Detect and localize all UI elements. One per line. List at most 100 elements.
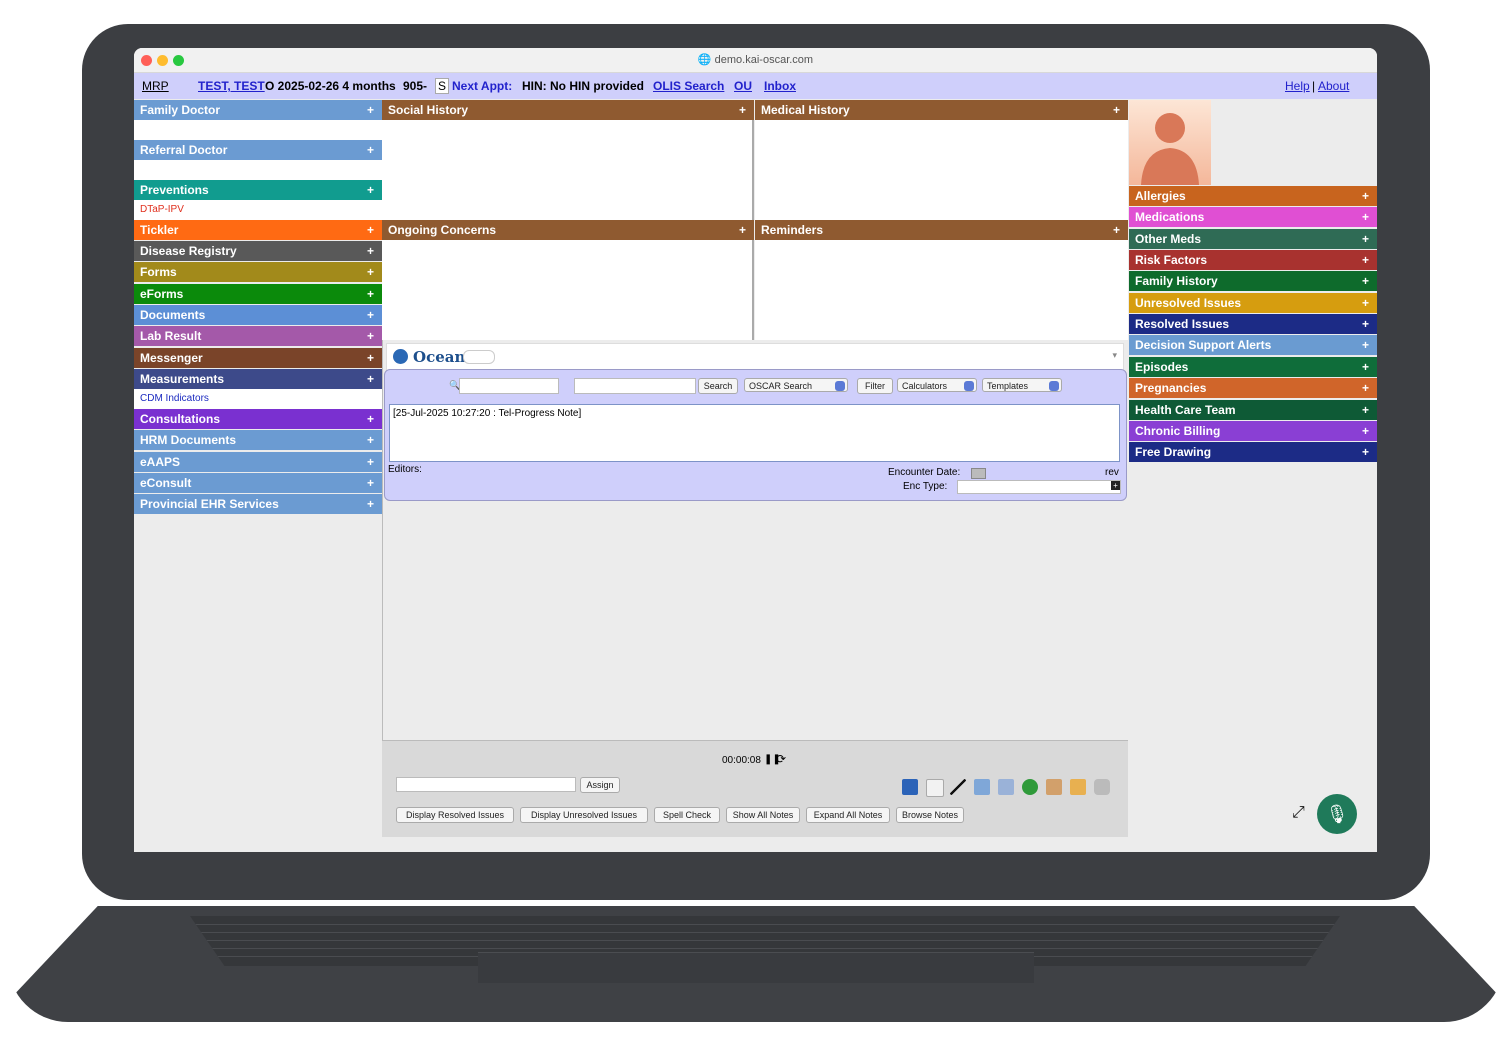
mrp-label[interactable]: MRP bbox=[142, 79, 169, 93]
pen-icon[interactable] bbox=[950, 779, 966, 795]
sidebar-item-referral-doctor[interactable]: Referral Doctor + bbox=[134, 140, 382, 160]
sign-bill-icon[interactable] bbox=[998, 779, 1014, 795]
sidebar-item-consultations[interactable]: Consultations + bbox=[134, 409, 382, 429]
ongoing-concerns-box[interactable] bbox=[382, 240, 754, 340]
medical-history-box[interactable] bbox=[755, 120, 1128, 220]
reminders-box[interactable] bbox=[755, 240, 1128, 340]
add-icon[interactable]: + bbox=[367, 473, 374, 493]
sidebar-item-tickler[interactable]: Tickler + bbox=[134, 220, 382, 240]
sidebar-item-family-doctor[interactable]: Family Doctor + bbox=[134, 100, 382, 120]
sidebar-item-medications[interactable]: Medications + bbox=[1129, 207, 1377, 228]
add-icon[interactable]: + bbox=[367, 180, 374, 200]
sidebar-item-episodes[interactable]: Episodes + bbox=[1129, 356, 1377, 377]
bottom-button-expand-all-notes[interactable]: Expand All Notes bbox=[806, 807, 890, 823]
add-icon[interactable]: + bbox=[1362, 442, 1369, 462]
ocean-toggle[interactable] bbox=[463, 350, 495, 364]
sidebar-item-health-care-team[interactable]: Health Care Team + bbox=[1129, 399, 1377, 420]
patient-name-link[interactable]: TEST, TEST bbox=[198, 79, 265, 93]
add-icon[interactable]: + bbox=[367, 494, 374, 514]
add-icon[interactable]: + bbox=[1362, 229, 1369, 249]
add-icon[interactable]: + bbox=[1362, 207, 1369, 227]
sidebar-item-family-history[interactable]: Family History + bbox=[1129, 271, 1377, 292]
sidebar-item-eaaps[interactable]: eAAPS + bbox=[134, 452, 382, 472]
microphone-button[interactable]: 🎙 bbox=[1317, 794, 1357, 834]
calculators-select[interactable]: Calculators bbox=[897, 378, 977, 392]
medical-history-header[interactable]: Medical History + bbox=[755, 100, 1128, 120]
sidebar-item-disease-registry[interactable]: Disease Registry + bbox=[134, 241, 382, 261]
social-history-box[interactable] bbox=[382, 120, 754, 220]
bottom-button-spell-check[interactable]: Spell Check bbox=[654, 807, 720, 823]
templates-select[interactable]: Templates bbox=[982, 378, 1062, 392]
sidebar-item-chronic-billing[interactable]: Chronic Billing + bbox=[1129, 420, 1377, 441]
oscar-search-select[interactable]: OSCAR Search bbox=[744, 378, 848, 392]
ocean-dropdown-icon[interactable]: ▾ bbox=[1112, 350, 1117, 361]
bottom-button-display-resolved-issues[interactable]: Display Resolved Issues bbox=[396, 807, 514, 823]
add-icon[interactable]: + bbox=[367, 430, 374, 450]
add-icon[interactable]: + bbox=[367, 452, 374, 472]
add-icon[interactable]: + bbox=[367, 348, 374, 368]
olis-search-link[interactable]: OLIS Search bbox=[653, 79, 724, 93]
ou-link[interactable]: OU bbox=[734, 79, 752, 93]
quick-search-input[interactable] bbox=[459, 378, 559, 394]
reminders-add-icon[interactable]: + bbox=[1113, 220, 1120, 240]
sidebar-item-measurements[interactable]: Measurements + bbox=[134, 369, 382, 389]
add-icon[interactable]: + bbox=[367, 369, 374, 389]
add-icon[interactable]: + bbox=[367, 326, 374, 346]
expand-icon[interactable]: + bbox=[1111, 481, 1120, 490]
filter-button[interactable]: Filter bbox=[857, 378, 893, 394]
save-icon[interactable] bbox=[902, 779, 918, 795]
sidebar-item-unresolved-issues[interactable]: Unresolved Issues + bbox=[1129, 292, 1377, 313]
enc-type-select[interactable] bbox=[957, 480, 1121, 494]
inbox-link[interactable]: Inbox bbox=[764, 79, 796, 93]
sidebar-item-pregnancies[interactable]: Pregnancies + bbox=[1129, 378, 1377, 399]
rev-label[interactable]: rev bbox=[1105, 467, 1119, 478]
add-icon[interactable]: + bbox=[1362, 378, 1369, 398]
add-icon[interactable]: + bbox=[1362, 335, 1369, 355]
address-bar[interactable]: 🌐 demo.kai-oscar.com bbox=[134, 53, 1377, 66]
add-icon[interactable]: + bbox=[1362, 400, 1369, 420]
print-preview-icon[interactable] bbox=[1070, 779, 1086, 795]
add-icon[interactable]: + bbox=[367, 284, 374, 304]
add-icon[interactable]: + bbox=[1362, 293, 1369, 313]
add-icon[interactable]: + bbox=[1362, 186, 1369, 206]
search-button[interactable]: Search bbox=[698, 378, 738, 394]
sidebar-item-resolved-issues[interactable]: Resolved Issues + bbox=[1129, 314, 1377, 335]
add-icon[interactable]: + bbox=[367, 305, 374, 325]
social-history-add-icon[interactable]: + bbox=[739, 100, 746, 120]
bottom-button-browse-notes[interactable]: Browse Notes bbox=[896, 807, 964, 823]
sidebar-item-risk-factors[interactable]: Risk Factors + bbox=[1129, 250, 1377, 271]
sidebar-subitem-link[interactable]: CDM Indicators bbox=[140, 393, 209, 404]
ongoing-concerns-header[interactable]: Ongoing Concerns + bbox=[382, 220, 754, 240]
about-link[interactable]: About bbox=[1318, 79, 1349, 93]
medical-history-add-icon[interactable]: + bbox=[1113, 100, 1120, 120]
add-icon[interactable]: + bbox=[367, 100, 374, 120]
progress-note-textarea[interactable]: [25-Jul-2025 10:27:20 : Tel-Progress Not… bbox=[389, 404, 1120, 462]
add-icon[interactable]: + bbox=[1362, 250, 1369, 270]
add-icon[interactable]: + bbox=[1362, 271, 1369, 291]
sidebar-item-allergies[interactable]: Allergies + bbox=[1129, 186, 1377, 206]
print-icon[interactable] bbox=[1094, 779, 1110, 795]
note-search-input[interactable] bbox=[574, 378, 696, 394]
sidebar-item-econsult[interactable]: eConsult + bbox=[134, 473, 382, 493]
assign-button[interactable]: Assign bbox=[580, 777, 620, 793]
add-icon[interactable]: + bbox=[1362, 357, 1369, 377]
fullscreen-icon[interactable]: ⤢ bbox=[1292, 804, 1305, 822]
new-note-icon[interactable] bbox=[926, 779, 944, 797]
sidebar-item-hrm-documents[interactable]: HRM Documents + bbox=[134, 430, 382, 450]
exit-icon[interactable] bbox=[1046, 779, 1062, 795]
sidebar-item-lab-result[interactable]: Lab Result + bbox=[134, 326, 382, 346]
reminders-header[interactable]: Reminders + bbox=[755, 220, 1128, 240]
sidebar-item-free-drawing[interactable]: Free Drawing + bbox=[1129, 442, 1377, 463]
add-icon[interactable]: + bbox=[367, 241, 374, 261]
social-history-header[interactable]: Social History + bbox=[382, 100, 754, 120]
sidebar-item-decision-support-alerts[interactable]: Decision Support Alerts + bbox=[1129, 335, 1377, 356]
add-icon[interactable]: + bbox=[1362, 314, 1369, 334]
sidebar-item-messenger[interactable]: Messenger + bbox=[134, 348, 382, 368]
add-icon[interactable]: + bbox=[1362, 421, 1369, 441]
next-appt-label[interactable]: Next Appt: bbox=[452, 79, 512, 93]
calendar-icon[interactable] bbox=[971, 468, 986, 479]
help-link[interactable]: Help bbox=[1285, 79, 1310, 93]
sidebar-subitem-link[interactable]: DTaP-IPV bbox=[140, 204, 184, 215]
add-icon[interactable]: + bbox=[367, 140, 374, 160]
billing-dollar-icon[interactable] bbox=[1022, 779, 1038, 795]
